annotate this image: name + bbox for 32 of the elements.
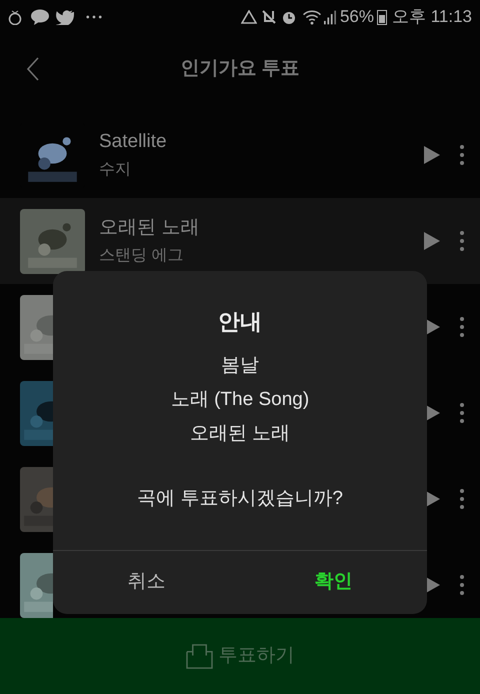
battery-icon: [376, 9, 387, 25]
artist-name: 스탠딩 에그: [99, 246, 184, 266]
cancel-button[interactable]: 취소: [53, 551, 240, 614]
back-icon[interactable]: [27, 57, 39, 81]
more-icon[interactable]: [460, 403, 464, 423]
song-name: 노래 (The Song): [170, 388, 310, 412]
alarm-icon: [280, 9, 297, 25]
clock: 오후 11:13: [392, 6, 472, 28]
confirm-question: 곡에 투표하시겠습니까?: [137, 487, 343, 511]
song-name: 오래된 노래: [190, 422, 290, 446]
app-icon: [8, 9, 22, 25]
more-notifications-icon: [86, 15, 102, 19]
more-icon[interactable]: [460, 575, 464, 595]
ballot-box-icon: [186, 644, 212, 668]
page-title: 인기가요 투표: [180, 56, 300, 81]
signal-icon: [324, 10, 336, 24]
song-title: Satellite: [99, 130, 168, 154]
song-title: 오래된 노래: [99, 216, 200, 240]
confirm-button[interactable]: 확인: [240, 551, 427, 614]
more-icon[interactable]: [460, 317, 464, 337]
more-icon[interactable]: [460, 145, 464, 165]
play-icon[interactable]: [424, 146, 440, 164]
battery-percentage: 56%: [340, 6, 374, 28]
song-name: 봄날: [220, 354, 259, 378]
bird-icon: [56, 10, 74, 24]
more-icon[interactable]: [460, 231, 464, 251]
dialog-title: 안내: [218, 308, 262, 336]
play-icon[interactable]: [424, 232, 440, 250]
more-icon[interactable]: [460, 489, 464, 509]
chat-icon: [30, 9, 50, 25]
wifi-icon: [302, 10, 322, 24]
artist-name: 수지: [99, 160, 132, 180]
